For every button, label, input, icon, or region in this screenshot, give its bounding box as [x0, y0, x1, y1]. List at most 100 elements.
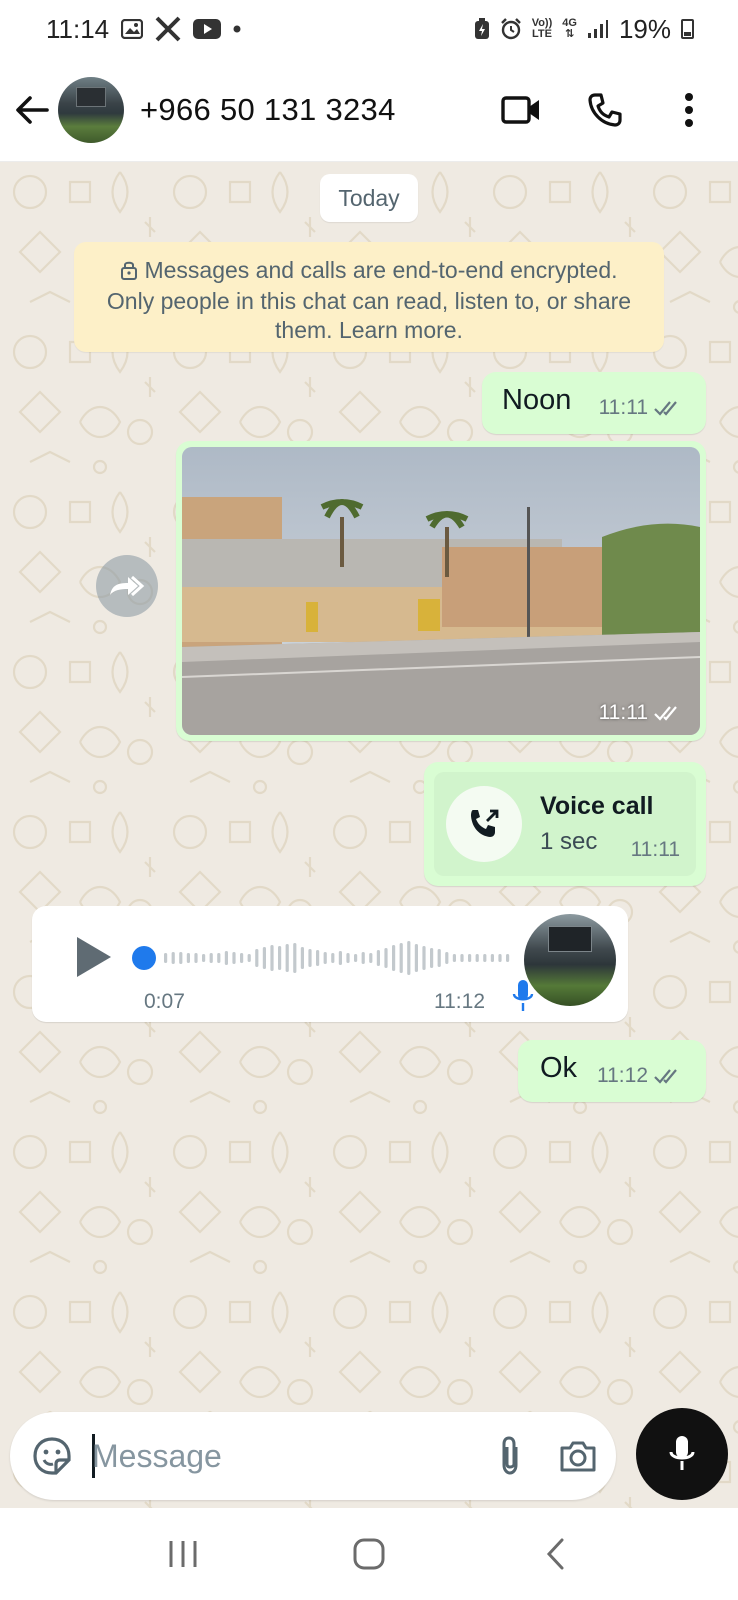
waveform-bar — [300, 947, 304, 969]
waveform-bar — [255, 949, 259, 967]
waveform-bar — [270, 945, 274, 971]
encryption-notice[interactable]: Messages and calls are end-to-end encryp… — [74, 242, 664, 352]
waveform-bar — [361, 952, 365, 964]
waveform-bar — [209, 953, 213, 963]
waveform-bar — [346, 953, 350, 963]
header-actions — [498, 87, 724, 133]
waveform-bar — [278, 946, 282, 970]
chat-area[interactable]: Today Messages and calls are end-to-end … — [0, 162, 738, 1508]
play-icon — [77, 937, 111, 977]
voice-time: 11:12 — [434, 990, 485, 1013]
volte-indicator: Vo)) LTE — [532, 18, 553, 40]
avatar-photo-detail — [548, 926, 592, 952]
status-left: 11:14 — [46, 14, 241, 45]
message-meta: 11:11 — [599, 396, 684, 420]
waveform-bar — [217, 953, 221, 963]
waveform-bar — [202, 954, 206, 962]
waveform-bar — [376, 950, 380, 966]
youtube-icon — [193, 19, 222, 39]
voice-call-button[interactable] — [582, 87, 628, 133]
message-text: Ok — [540, 1052, 578, 1084]
battery-icon — [681, 19, 694, 39]
status-time: 11:14 — [46, 13, 110, 44]
waveform-bar — [498, 954, 502, 962]
forward-button[interactable] — [96, 555, 158, 617]
message-input[interactable] — [92, 1430, 462, 1482]
video-call-icon — [501, 95, 539, 124]
waveform-bar — [331, 953, 335, 963]
forward-icon — [110, 575, 145, 597]
waveform-bar — [247, 954, 251, 962]
call-icon-circle — [446, 786, 522, 862]
gallery-notification-icon — [121, 19, 144, 39]
image-thumbnail[interactable]: 11:11 — [182, 447, 700, 735]
play-button[interactable] — [68, 932, 118, 982]
back-nav-button[interactable] — [525, 1524, 585, 1584]
sticker-button[interactable] — [28, 1432, 76, 1480]
battery-percent: 19% — [618, 13, 671, 44]
waveform-bar — [232, 952, 236, 964]
video-call-button[interactable] — [498, 87, 544, 133]
waveform-bar — [384, 948, 388, 968]
encryption-notice-text: Messages and calls are end-to-end encryp… — [106, 257, 632, 343]
waveform-bar — [316, 950, 320, 966]
waveform-bar — [164, 953, 168, 963]
message-bubble-outgoing[interactable]: Ok 11:12 — [518, 1040, 706, 1102]
back-arrow-icon — [16, 95, 49, 124]
lte-label: LTE — [531, 28, 552, 40]
voice-call-card[interactable]: Voice call 1 sec 11:11 — [434, 772, 696, 876]
image-meta: 11:11 — [599, 701, 684, 725]
waveform-bar — [437, 949, 441, 967]
voice-note-message[interactable]: 0:07 11:12 — [32, 906, 628, 1022]
message-meta: 11:12 — [597, 1064, 684, 1088]
call-title: Voice call — [540, 792, 654, 820]
recents-button[interactable] — [153, 1524, 213, 1584]
call-time: 11:11 — [630, 838, 680, 861]
voice-waveform[interactable] — [160, 928, 510, 988]
attach-button[interactable] — [486, 1432, 534, 1480]
message-composer — [10, 1412, 616, 1500]
date-chip: Today — [320, 174, 418, 222]
street-photo — [182, 447, 700, 735]
recents-icon — [169, 1541, 197, 1567]
image-time: 11:11 — [598, 701, 648, 724]
waveform-bar — [179, 952, 183, 964]
waveform-bar — [240, 953, 244, 963]
camera-button[interactable] — [554, 1432, 602, 1480]
message-bubble-outgoing[interactable]: Noon 11:11 — [482, 372, 706, 434]
waveform-bar — [475, 954, 479, 962]
waveform-bar — [285, 944, 289, 972]
sender-avatar[interactable] — [524, 914, 616, 1006]
sticker-icon — [33, 1437, 71, 1475]
waveform-bar — [483, 954, 487, 962]
more-vertical-icon — [685, 92, 693, 127]
message-text: Noon — [502, 384, 572, 416]
double-check-read-icon — [654, 706, 677, 721]
back-button[interactable] — [12, 85, 52, 135]
mic-icon — [669, 1436, 695, 1470]
back-icon — [546, 1538, 564, 1570]
waveform-bar — [452, 954, 456, 962]
waveform-bar — [490, 954, 494, 962]
waveform-bar — [506, 954, 510, 962]
waveform-bar — [430, 948, 434, 968]
waveform-bar — [338, 951, 342, 965]
playback-position-handle[interactable] — [132, 946, 156, 970]
voice-call-message[interactable]: Voice call 1 sec 11:11 — [424, 762, 706, 886]
waveform-bar — [354, 954, 358, 962]
voice-duration: 0:07 — [144, 990, 185, 1013]
image-message[interactable]: 11:11 — [176, 441, 706, 741]
more-options-button[interactable] — [666, 87, 712, 133]
x-app-icon — [155, 16, 181, 42]
more-notifications-dot-icon — [233, 25, 241, 33]
contact-name[interactable]: +966 50 131 3234 — [140, 92, 396, 128]
record-voice-button[interactable] — [636, 1408, 728, 1500]
contact-avatar[interactable] — [58, 76, 124, 143]
phone-icon — [588, 92, 622, 127]
waveform-bar — [308, 949, 312, 967]
waveform-bar — [414, 944, 418, 972]
outgoing-call-icon — [471, 809, 499, 837]
system-nav-bar — [0, 1508, 738, 1600]
double-check-read-icon — [654, 401, 677, 416]
home-button[interactable] — [339, 1524, 399, 1584]
